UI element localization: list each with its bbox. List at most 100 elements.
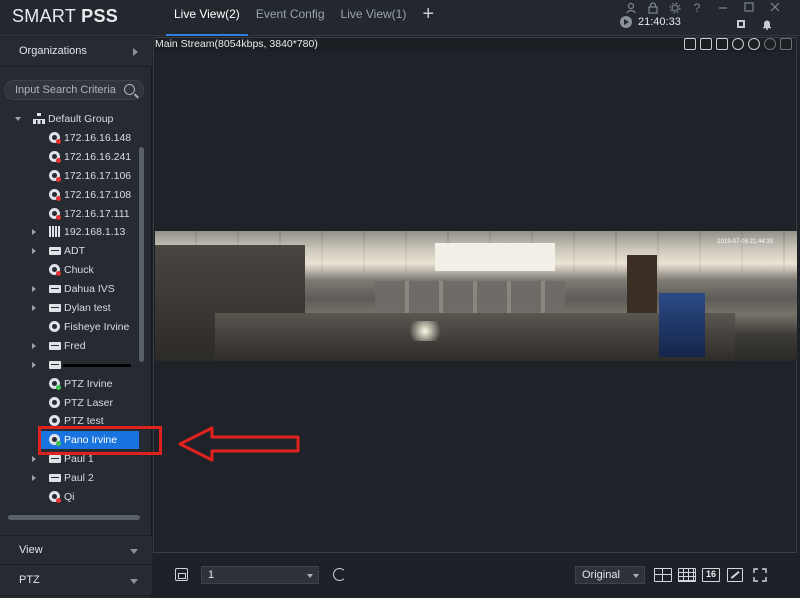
- annotation-highlight-box: [38, 426, 162, 455]
- tab-live-view-1[interactable]: Live View(1): [333, 0, 415, 36]
- stream-mode-value: Original: [582, 569, 620, 581]
- zoom-icon[interactable]: [764, 38, 776, 50]
- play-icon[interactable]: [620, 16, 632, 28]
- device-tree-node[interactable]: Fisheye Irvine: [0, 318, 140, 336]
- minimize-icon[interactable]: [716, 1, 730, 15]
- camera-offline-icon: [49, 169, 61, 182]
- save-icon[interactable]: [175, 568, 188, 581]
- chevron-right-icon[interactable]: [32, 248, 36, 255]
- layout-4-icon[interactable]: [654, 568, 672, 582]
- play-icon[interactable]: [748, 38, 760, 50]
- device-tree-node-label: Chuck: [64, 264, 94, 277]
- settings-icon[interactable]: [668, 2, 682, 16]
- camera-icon: [49, 396, 60, 408]
- camera-lens: [52, 418, 57, 424]
- audio-icon[interactable]: [716, 38, 728, 50]
- search-input[interactable]: [15, 81, 125, 99]
- tree-vertical-scrollbar[interactable]: [139, 147, 144, 362]
- device-tree-node[interactable]: Fred: [0, 337, 140, 355]
- device-tree-node[interactable]: 172.16.17.111: [0, 205, 140, 223]
- camera-icon: [49, 415, 60, 427]
- layout-9-icon[interactable]: [678, 568, 696, 582]
- device-tree-node[interactable]: Chuck: [0, 261, 140, 279]
- device-tree-node[interactable]: ADT: [0, 242, 140, 260]
- add-tab-button[interactable]: +: [414, 0, 442, 36]
- chevron-right-icon[interactable]: [32, 305, 36, 311]
- device-tree-node-label: PTZ Laser: [64, 396, 114, 409]
- lock-icon[interactable]: [646, 2, 660, 16]
- camera-offline-icon: [49, 491, 61, 503]
- device-tree-node-label: 172.16.17.108: [64, 188, 132, 201]
- device-tree-node[interactable]: PTZ Irvine: [0, 375, 140, 393]
- device-tree-node[interactable]: Default Group: [0, 110, 140, 128]
- device-tree-node-label: Paul 2: [64, 472, 94, 485]
- window-select[interactable]: 1: [201, 566, 319, 584]
- tab-live-view-2[interactable]: Live View(2): [166, 0, 248, 36]
- device-tree-node-label: Dylan test: [64, 302, 111, 314]
- fullscreen-icon[interactable]: [753, 568, 767, 582]
- snapshot-icon[interactable]: [700, 38, 712, 50]
- device-tree-node[interactable]: Paul 2: [0, 469, 140, 487]
- device-tree-node-label: 172.16.16.148: [64, 131, 132, 144]
- video-window[interactable]: Main Stream(8054kbps, 3840*780) 2019-07-…: [153, 37, 797, 553]
- chevron-down-icon[interactable]: [15, 117, 21, 121]
- microphone-icon[interactable]: [732, 38, 744, 50]
- device-tree-node[interactable]: 192.168.1.13: [0, 223, 140, 241]
- stream-mode-select[interactable]: Original: [575, 566, 645, 584]
- device-tree-node[interactable]: 172.16.16.241: [0, 148, 140, 166]
- device-search: [4, 80, 144, 100]
- chevron-right-icon[interactable]: [32, 229, 36, 236]
- device-tree-node[interactable]: Dylan test: [0, 299, 140, 317]
- group-icon: [33, 113, 45, 124]
- device-tree-node[interactable]: [0, 507, 140, 510]
- chevron-right-icon[interactable]: [32, 286, 36, 293]
- video-desks: [215, 313, 735, 361]
- view-header[interactable]: View: [0, 535, 152, 565]
- camera-lens: [52, 153, 57, 159]
- chevron-right-icon[interactable]: [32, 456, 36, 463]
- video-glare: [405, 321, 445, 341]
- device-tree-node[interactable]: 172.16.17.108: [0, 186, 140, 204]
- device-tree-node-label: 192.168.1.13: [64, 226, 126, 239]
- device-tree-node[interactable]: 172.16.17.106: [0, 167, 140, 185]
- device-tree-node[interactable]: [0, 356, 140, 374]
- annotation-arrow-icon: [178, 426, 300, 462]
- chevron-right-icon[interactable]: [32, 475, 36, 482]
- camera-lens: [52, 323, 57, 329]
- close-icon[interactable]: [768, 1, 782, 15]
- chevron-down-icon: [130, 549, 138, 554]
- user-icon[interactable]: [624, 2, 638, 16]
- search-icon[interactable]: [124, 84, 135, 95]
- record-icon[interactable]: [684, 38, 696, 50]
- device-tree-node[interactable]: Dahua IVS: [0, 280, 140, 298]
- video-area[interactable]: 2019-07-09 21:44:33: [155, 52, 797, 552]
- recorder-icon: [49, 304, 61, 312]
- matrix-device-icon: [49, 226, 61, 238]
- panorama-video-feed[interactable]: 2019-07-09 21:44:33: [155, 231, 797, 361]
- alarm-bell-icon[interactable]: [760, 18, 774, 32]
- video-banner: [659, 293, 705, 357]
- tab-event-config[interactable]: Event Config: [248, 0, 333, 36]
- chevron-down-icon: [130, 579, 138, 584]
- device-tree-node[interactable]: Qi: [0, 488, 140, 506]
- layout-16-button[interactable]: 16: [702, 568, 720, 582]
- close-icon[interactable]: [780, 38, 792, 50]
- refresh-icon[interactable]: [333, 568, 346, 581]
- chevron-right-icon[interactable]: [32, 342, 36, 349]
- camera-icon: [49, 320, 60, 332]
- device-tree-node[interactable]: 172.16.16.148: [0, 129, 140, 147]
- fullscreen-icon[interactable]: [734, 18, 748, 32]
- logo-text: SMART: [12, 6, 76, 26]
- device-tree-node-label: Dahua IVS: [64, 283, 115, 296]
- tree-horizontal-scrollbar[interactable]: [8, 515, 140, 520]
- device-tree-node-label: 172.16.17.111: [64, 207, 130, 220]
- restore-icon[interactable]: [742, 1, 756, 15]
- recorder-icon: [49, 360, 61, 369]
- edit-icon[interactable]: [727, 568, 743, 582]
- organizations-header[interactable]: Organizations: [0, 37, 152, 67]
- ptz-header[interactable]: PTZ: [0, 566, 152, 596]
- help-icon[interactable]: ?: [690, 1, 704, 15]
- chevron-right-icon[interactable]: [32, 361, 36, 368]
- device-tree-node[interactable]: PTZ Laser: [0, 394, 140, 412]
- window-select-value: 1: [208, 569, 215, 581]
